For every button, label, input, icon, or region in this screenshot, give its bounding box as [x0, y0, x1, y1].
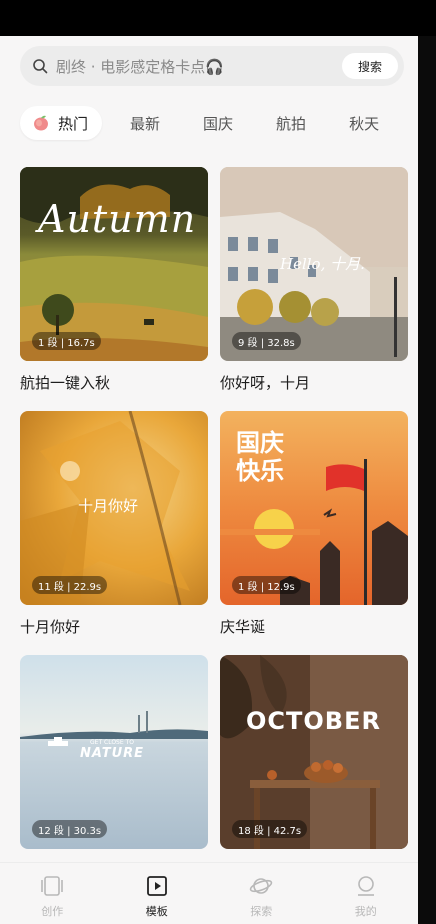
search-input[interactable]: 剧终 · 电影感定格卡点🎧 [56, 56, 342, 77]
thumbnail-overlay-text: Autumn [38, 197, 197, 241]
thumbnail-overlay-text: 十月你好 [78, 497, 139, 515]
thumbnail-overlay-text: OCTOBER [246, 707, 381, 735]
template-thumbnail: OCTOBER 18 段 | 42.7s [220, 655, 408, 849]
nav-template[interactable]: 模板 [105, 863, 210, 924]
thumbnail-overlay-text: Hello, 十月. [280, 255, 365, 273]
duration-badge: 9 段 | 32.8s [232, 332, 301, 350]
template-card[interactable]: 十月你好 11 段 | 22.9s 十月你好 [20, 411, 208, 637]
template-icon [146, 876, 167, 896]
thumbnail-overlay-text: NATURE [80, 746, 145, 761]
profile-icon [357, 876, 374, 896]
nav-label: 探索 [250, 905, 273, 918]
search-bar[interactable]: 剧终 · 电影感定格卡点🎧 搜索 [20, 46, 404, 86]
template-thumbnail: GET CLOSE TO NATURE 12 段 | 30.3s [20, 655, 208, 849]
planet-icon [250, 878, 273, 894]
duration-badge: 18 段 | 42.7s [232, 820, 308, 838]
tab-autumn[interactable]: 秋天 [349, 106, 379, 140]
template-card[interactable]: Hello, 十月. 9 段 | 32.8s 你好呀，十月 [220, 167, 408, 393]
duration-badge: 11 段 | 22.9s [32, 576, 108, 594]
create-icon [41, 876, 64, 896]
template-thumbnail: Autumn 1 段 | 16.7s [20, 167, 208, 361]
tab-national-day[interactable]: 国庆 [203, 106, 233, 140]
thumbnail-overlay-small: GET CLOSE TO [90, 739, 134, 746]
template-title: 十月你好 [20, 618, 81, 636]
tab-hot[interactable]: 热门 [20, 106, 103, 140]
tab-label: 热门 [58, 114, 89, 133]
nav-profile[interactable]: 我的 [314, 863, 419, 924]
template-screen: 剧终 · 电影感定格卡点🎧 搜索 热门 最新 国庆 航拍 秋天 Autumn 1… [0, 36, 418, 924]
template-title: 你好呀，十月 [220, 374, 311, 392]
template-thumbnail: 十月你好 11 段 | 22.9s [20, 411, 208, 605]
nav-label: 创作 [41, 905, 64, 918]
template-card[interactable]: OCTOBER 18 段 | 42.7s [220, 655, 408, 860]
peach-icon [34, 115, 48, 131]
tab-latest[interactable]: 最新 [130, 106, 160, 140]
search-icon [33, 59, 48, 74]
template-card[interactable]: Autumn 1 段 | 16.7s 航拍一键入秋 [20, 167, 208, 393]
template-title: 航拍一键入秋 [20, 374, 111, 392]
thumbnail-overlay-text: 国庆快乐 [236, 429, 284, 485]
template-thumbnail: Hello, 十月. 9 段 | 32.8s [220, 167, 408, 361]
nav-explore[interactable]: 探索 [209, 863, 314, 924]
search-button[interactable]: 搜索 [342, 53, 398, 79]
duration-badge: 1 段 | 16.7s [32, 332, 101, 350]
screen-edge [418, 36, 436, 924]
template-thumbnail: 国庆快乐 1 段 | 12.9s [220, 411, 408, 605]
template-title: 庆华诞 [220, 618, 266, 636]
nav-label: 模板 [145, 905, 168, 918]
tab-aerial[interactable]: 航拍 [276, 106, 306, 140]
nav-create[interactable]: 创作 [0, 863, 105, 924]
template-card[interactable]: GET CLOSE TO NATURE 12 段 | 30.3s [20, 655, 208, 860]
duration-badge: 12 段 | 30.3s [32, 820, 108, 838]
nav-label: 我的 [354, 905, 377, 918]
template-card[interactable]: 国庆快乐 1 段 | 12.9s 庆华诞 [220, 411, 408, 637]
bottom-nav: 创作 模板 探索 我的 [0, 862, 418, 924]
category-tabs: 热门 最新 国庆 航拍 秋天 [20, 106, 418, 140]
duration-badge: 1 段 | 12.9s [232, 576, 301, 594]
